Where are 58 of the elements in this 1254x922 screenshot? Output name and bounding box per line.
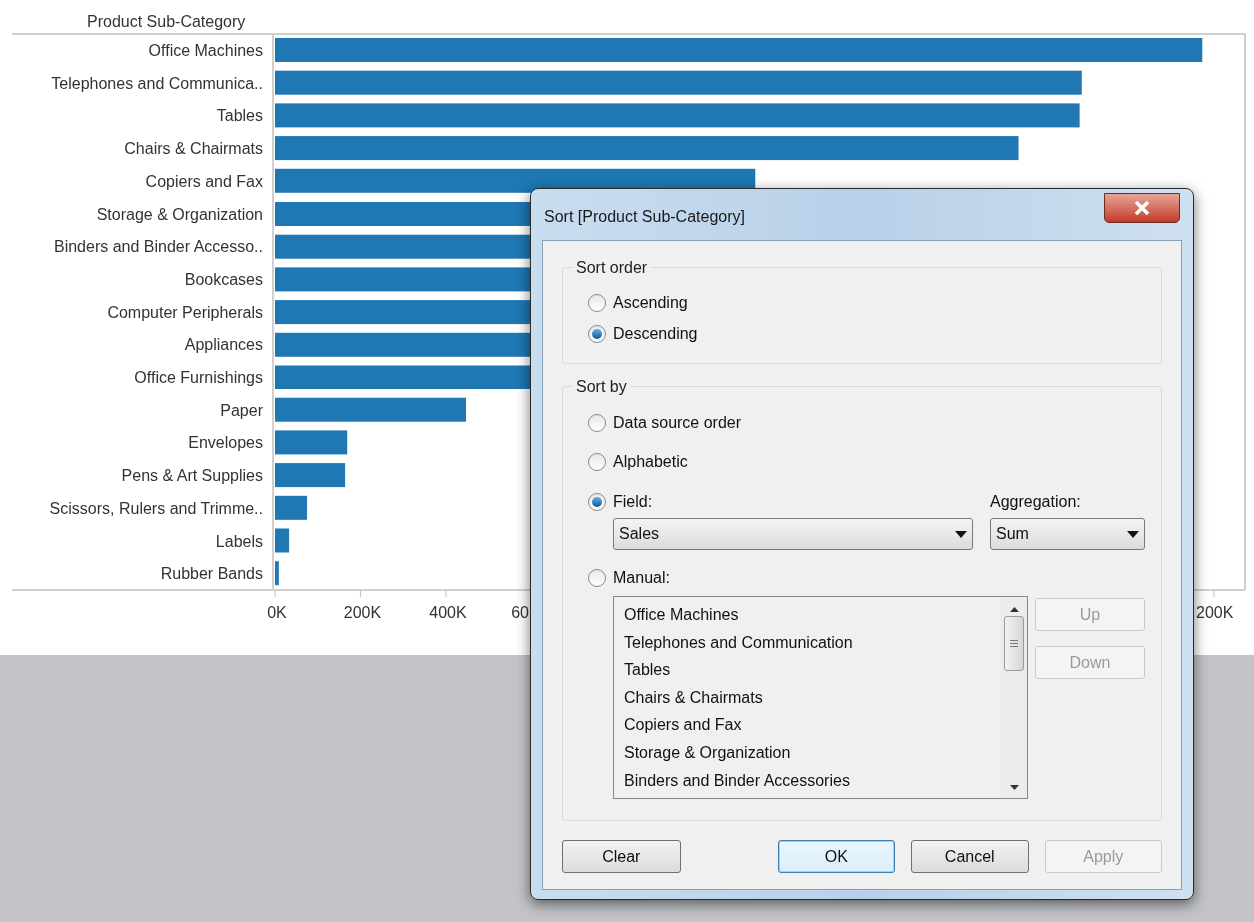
radio-label: Field: bbox=[613, 492, 653, 512]
category-label: Office Furnishings bbox=[134, 369, 263, 386]
category-label: Rubber Bands bbox=[160, 565, 263, 583]
scroll-thumb[interactable] bbox=[1004, 616, 1024, 671]
category-label: Chairs & Chairmats bbox=[124, 140, 263, 158]
dialog-button[interactable]: Cancel bbox=[911, 840, 1029, 873]
list-item[interactable]: Copiers and Fax bbox=[624, 711, 1001, 739]
category-label: Pens & Art Supplies bbox=[121, 467, 263, 485]
field-dropdown[interactable]: Sales bbox=[613, 518, 973, 550]
aggregation-dropdown[interactable]: Sum bbox=[990, 518, 1145, 550]
category-label: Tables bbox=[216, 107, 263, 125]
list-item[interactable]: Tables bbox=[624, 656, 1001, 684]
category-label: Computer Peripherals bbox=[107, 303, 263, 321]
scroll-up-icon[interactable] bbox=[1009, 607, 1019, 612]
radio-button[interactable] bbox=[588, 493, 606, 511]
tick-label: 0K bbox=[267, 604, 287, 621]
list-item[interactable]: Telephones and Communication bbox=[624, 628, 1001, 657]
category-label: Bookcases bbox=[184, 270, 263, 288]
radio-label: Descending bbox=[613, 324, 698, 344]
window-title: Sort [Product Sub-Category] bbox=[544, 207, 745, 227]
grip-icon bbox=[1010, 640, 1018, 647]
category-label: Appliances bbox=[184, 336, 263, 354]
category-label: Storage & Organization bbox=[96, 205, 263, 223]
scroll-down-icon[interactable] bbox=[1009, 785, 1019, 790]
category-label: Office Machines bbox=[148, 42, 263, 59]
category-label: Binders and Binder Accesso.. bbox=[54, 238, 263, 256]
category-label: Scissors, Rulers and Trimme.. bbox=[49, 499, 263, 517]
list-item[interactable]: Storage & Organization bbox=[624, 738, 1001, 767]
scrollbar[interactable] bbox=[1001, 597, 1027, 798]
close-button[interactable] bbox=[1104, 193, 1180, 223]
category-label: Envelopes bbox=[188, 434, 263, 452]
radio-button[interactable] bbox=[588, 453, 606, 471]
radio-button[interactable] bbox=[588, 414, 606, 432]
dialog-button[interactable]: OK bbox=[777, 840, 895, 873]
radio-button[interactable] bbox=[588, 325, 606, 343]
radio-button[interactable] bbox=[588, 569, 606, 587]
dropdown-arrow-icon bbox=[955, 530, 967, 538]
radio-label: Data source order bbox=[613, 413, 742, 433]
tick-label: 60 bbox=[511, 604, 529, 621]
category-label: Paper bbox=[220, 401, 263, 419]
category-label: Telephones and Communica.. bbox=[51, 74, 263, 92]
tick-label: 200K bbox=[343, 604, 382, 621]
radio-button[interactable] bbox=[588, 294, 606, 312]
aggregation-label: Aggregation: bbox=[990, 492, 1082, 512]
category-label: Copiers and Fax bbox=[145, 172, 263, 190]
axis-title: Product Sub-Category bbox=[87, 13, 246, 30]
list-item[interactable]: Chairs & Chairmats bbox=[624, 683, 1001, 712]
radio-label: Alphabetic bbox=[613, 452, 688, 472]
dropdown-arrow-icon bbox=[1127, 530, 1139, 538]
category-label: Labels bbox=[215, 532, 263, 550]
dialog-button[interactable]: Clear bbox=[562, 840, 681, 873]
radio-label: Ascending bbox=[613, 293, 688, 313]
tick-label: 400K bbox=[429, 604, 467, 621]
list-item[interactable]: Office Machines bbox=[624, 601, 1001, 629]
list-item[interactable]: Binders and Binder Accessories bbox=[624, 766, 1001, 795]
close-icon bbox=[1134, 201, 1150, 215]
radio-label: Manual: bbox=[613, 568, 670, 588]
tick-label: 200K bbox=[1196, 604, 1234, 621]
